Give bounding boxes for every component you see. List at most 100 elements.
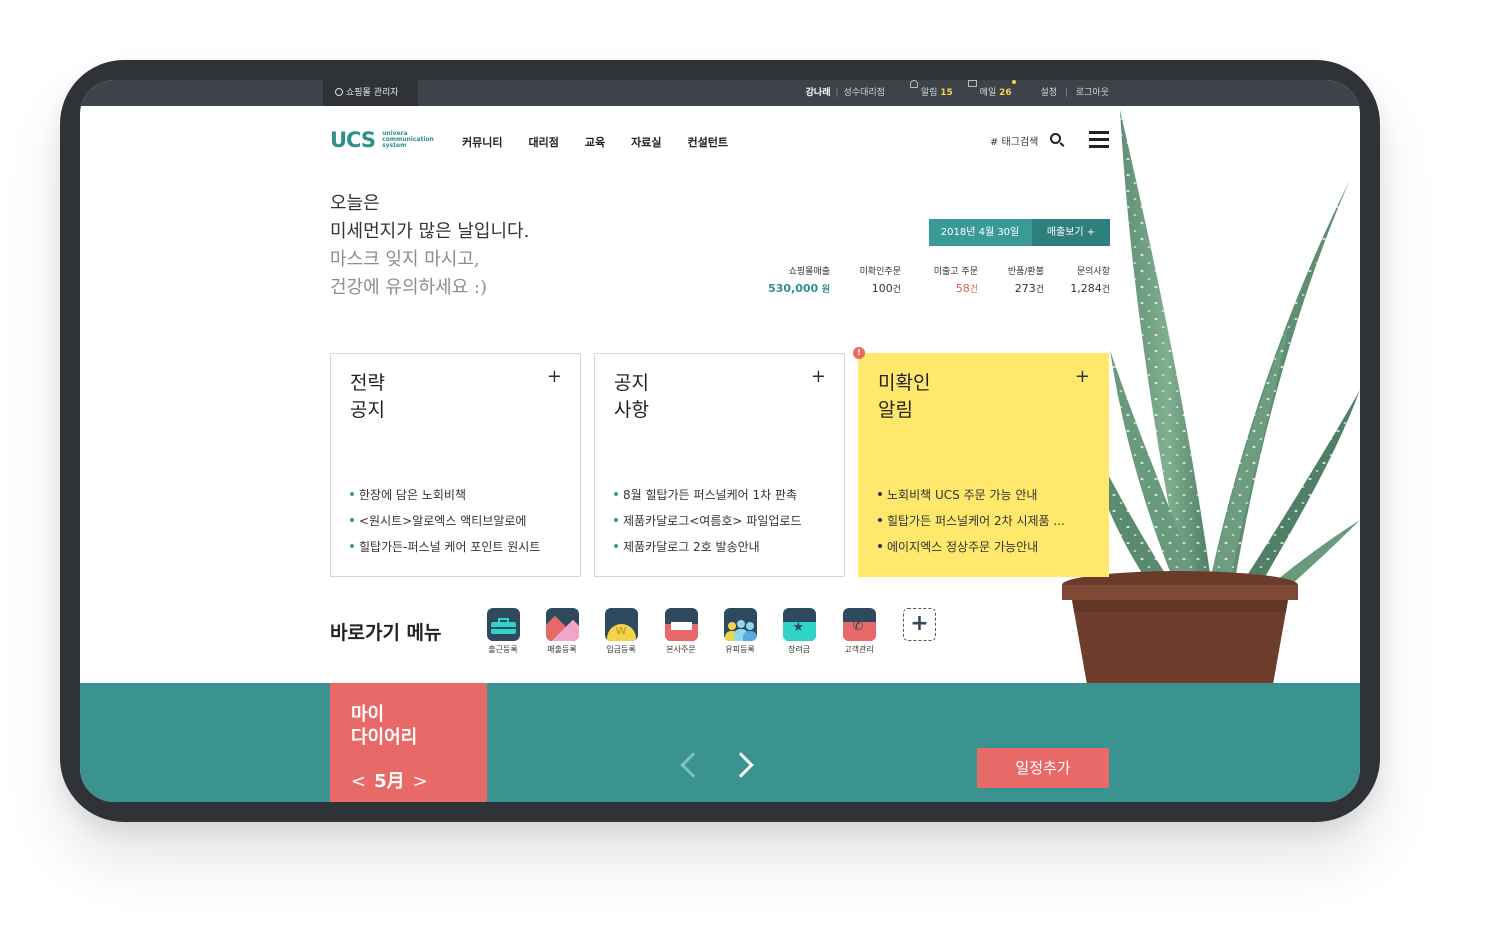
add-schedule-button[interactable]: 일정추가 [977, 748, 1109, 788]
separator: | [835, 88, 839, 98]
nav-item-agency[interactable]: 대리점 [528, 134, 558, 150]
card-title: 전략공지 [350, 370, 385, 424]
mail-icon [967, 80, 977, 87]
list-item[interactable]: 노회비책 UCS 주문 가능 안내 [878, 482, 1065, 508]
quick-item-label: 장려금 [787, 645, 811, 654]
logo-subtitle: univera communication system [382, 131, 434, 149]
nav-item-archive[interactable]: 자료실 [631, 134, 661, 150]
nav-item-education[interactable]: 교육 [585, 134, 605, 150]
list-item-text: 에이지엑스 정상주문 가능안내 [887, 540, 1039, 554]
list-item[interactable]: 힐탑가든-퍼스널 케어 포인트 원시트 [350, 534, 540, 560]
stat-unshipped-orders[interactable]: 미출고 주문 58건 [934, 264, 978, 295]
stat-value: 100 [871, 282, 893, 295]
quick-item-label: 본사주문 [666, 645, 696, 654]
diary-band [80, 683, 1360, 802]
stat-label: 쇼핑몰매출 [788, 267, 830, 277]
greeting-line-1: 오늘은 [330, 193, 380, 214]
card-title-line-2: 알림 [878, 399, 913, 421]
stat-inquiries[interactable]: 문의사항 1,284건 [1070, 264, 1110, 295]
stat-unconfirmed-orders[interactable]: 미확인주문 100건 [860, 264, 901, 295]
monitor-icon [664, 608, 698, 641]
quick-item-label: 유피등록 [725, 645, 755, 654]
nav-item-community[interactable]: 커뮤니티 [462, 134, 502, 150]
sales-stats: 쇼핑몰매출 530,000 원 미확인주문 100건 미출고 주문 58건 반품… [750, 264, 1110, 304]
quick-item-sales-entry[interactable]: 매출등록 [537, 608, 587, 655]
more-plus-icon[interactable]: + [811, 368, 826, 386]
admin-label: 쇼핑몰 관리자 [346, 88, 399, 98]
card-list: 8월 힐탑가든 퍼스널케어 1차 판촉 제품카달로그<여름호> 파일업로드 제품… [614, 482, 802, 560]
mail-link[interactable]: 메일 26 [967, 80, 1016, 106]
list-item-text: 8월 힐탑가든 퍼스널케어 1차 판촉 [623, 488, 798, 502]
stage: 쇼핑몰 관리자 강나래 | 성수대리점 알림 15 메일 26 설정 | 로그아웃 [0, 0, 1500, 942]
more-plus-icon[interactable]: + [1075, 368, 1090, 386]
store-name: 성수대리점 [843, 88, 885, 98]
quick-item-hq-order[interactable]: 본사주문 [656, 608, 706, 655]
month-selector: <5月 > [351, 767, 436, 793]
mail-label: 메일 [979, 88, 997, 98]
prev-month-button[interactable]: < [351, 771, 366, 792]
stat-label: 반품/환불 [1007, 267, 1044, 277]
phone-icon: ✆ [842, 608, 876, 641]
stat-label: 미출고 주문 [933, 267, 978, 277]
search-icon[interactable] [1050, 133, 1061, 144]
stat-unit: 건 [1035, 285, 1044, 295]
quick-item-attendance[interactable]: 출근등록 [478, 608, 528, 655]
alarm-link[interactable]: 알림 15 [909, 80, 953, 106]
card-title: 공지 사항 [614, 370, 649, 424]
unconfirmed-alerts-card: 미확인알림 + 노회비책 UCS 주문 가능 안내 힐탑가든 퍼스널케어 2차 … [858, 353, 1109, 577]
tag-search-link[interactable]: # 태그검색 [990, 133, 1038, 148]
ucs-logo[interactable]: UCS univera communication system [330, 128, 434, 152]
bullet-dot [878, 518, 882, 522]
quick-item-customer[interactable]: ✆ 고객관리 [834, 608, 884, 655]
bullet-dot [614, 518, 618, 522]
stat-unit: 건 [969, 285, 978, 295]
stat-returns-refunds[interactable]: 반품/환불 273건 [1008, 264, 1044, 295]
list-item-text: 한장에 담은 노회비책 [359, 488, 466, 502]
card-list: 한장에 담은 노회비책 <원시트>알로엑스 액티브알로에 힐탑가든-퍼스널 케어… [350, 482, 540, 560]
people-icon [723, 608, 757, 641]
list-item[interactable]: 힐탑가든 퍼스널케어 2차 시제품 ... [878, 508, 1065, 534]
hamburger-menu-icon[interactable] [1089, 131, 1109, 148]
strategy-notice-card: 전략공지 + 한장에 담은 노회비책 <원시트>알로엑스 액티브알로에 힐탑가든… [330, 353, 581, 577]
bullet-dot [878, 544, 882, 548]
diary-title-line-2: 다이어리 [351, 727, 418, 748]
card-title-line-2: 공지 [350, 399, 385, 421]
quick-item-incentive[interactable]: ★ 장려금 [774, 608, 824, 655]
logo-main: UCS [330, 128, 376, 152]
quick-item-deposit[interactable]: W 입금등록 [596, 608, 646, 655]
list-item[interactable]: 에이지엑스 정상주문 가능안내 [878, 534, 1065, 560]
list-item[interactable]: 8월 힐탑가든 퍼스널케어 1차 판촉 [614, 482, 802, 508]
bullet-dot [350, 492, 354, 496]
list-item[interactable]: 제품카달로그<여름호> 파일업로드 [614, 508, 802, 534]
notice-card: 공지 사항 + 8월 힐탑가든 퍼스널케어 1차 판촉 제품카달로그<여름호> 파… [594, 353, 845, 577]
greeting-line-3: 마스크 잊지 마시고, [330, 249, 480, 270]
stat-label: 문의사항 [1076, 267, 1110, 277]
list-item[interactable]: 제품카달로그 2호 발송안내 [614, 534, 802, 560]
view-sales-button[interactable]: 매출보기 + [1032, 219, 1110, 246]
card-list: 노회비책 UCS 주문 가능 안내 힐탑가든 퍼스널케어 2차 시제품 ... … [878, 482, 1065, 560]
list-item-text: <원시트>알로엑스 액티브알로에 [359, 514, 527, 528]
card-title: 미확인알림 [878, 370, 930, 424]
card-title-line-1: 전략 [350, 372, 385, 394]
quick-item-label: 출근등록 [488, 645, 518, 654]
list-item-text: 힐탑가든 퍼스널케어 2차 시제품 ... [887, 514, 1065, 528]
stat-mall-sales[interactable]: 쇼핑몰매출 530,000 원 [768, 264, 830, 295]
bullet-dot [350, 518, 354, 522]
quick-menu-add-button[interactable]: + [903, 608, 936, 641]
alert-badge: ! [853, 347, 865, 359]
stat-value: 273 [1014, 282, 1036, 295]
admin-tab[interactable]: 쇼핑몰 관리자 [323, 80, 418, 106]
list-item[interactable]: 한장에 담은 노회비책 [350, 482, 540, 508]
nav-item-consultant[interactable]: 컨설턴트 [687, 134, 727, 150]
next-month-button[interactable]: > [413, 771, 428, 792]
star-icon: ★ [782, 608, 816, 641]
stat-unit: 건 [1101, 285, 1110, 295]
alarm-count: 15 [940, 88, 953, 98]
stat-label: 미확인주문 [859, 267, 901, 277]
more-plus-icon[interactable]: + [547, 368, 562, 386]
card-title-line-1: 미확인 [878, 372, 931, 394]
list-item[interactable]: <원시트>알로엑스 액티브알로에 [350, 508, 540, 534]
user-icon [335, 88, 343, 96]
bullet-dot [614, 544, 618, 548]
quick-item-up-register[interactable]: 유피등록 [715, 608, 765, 655]
